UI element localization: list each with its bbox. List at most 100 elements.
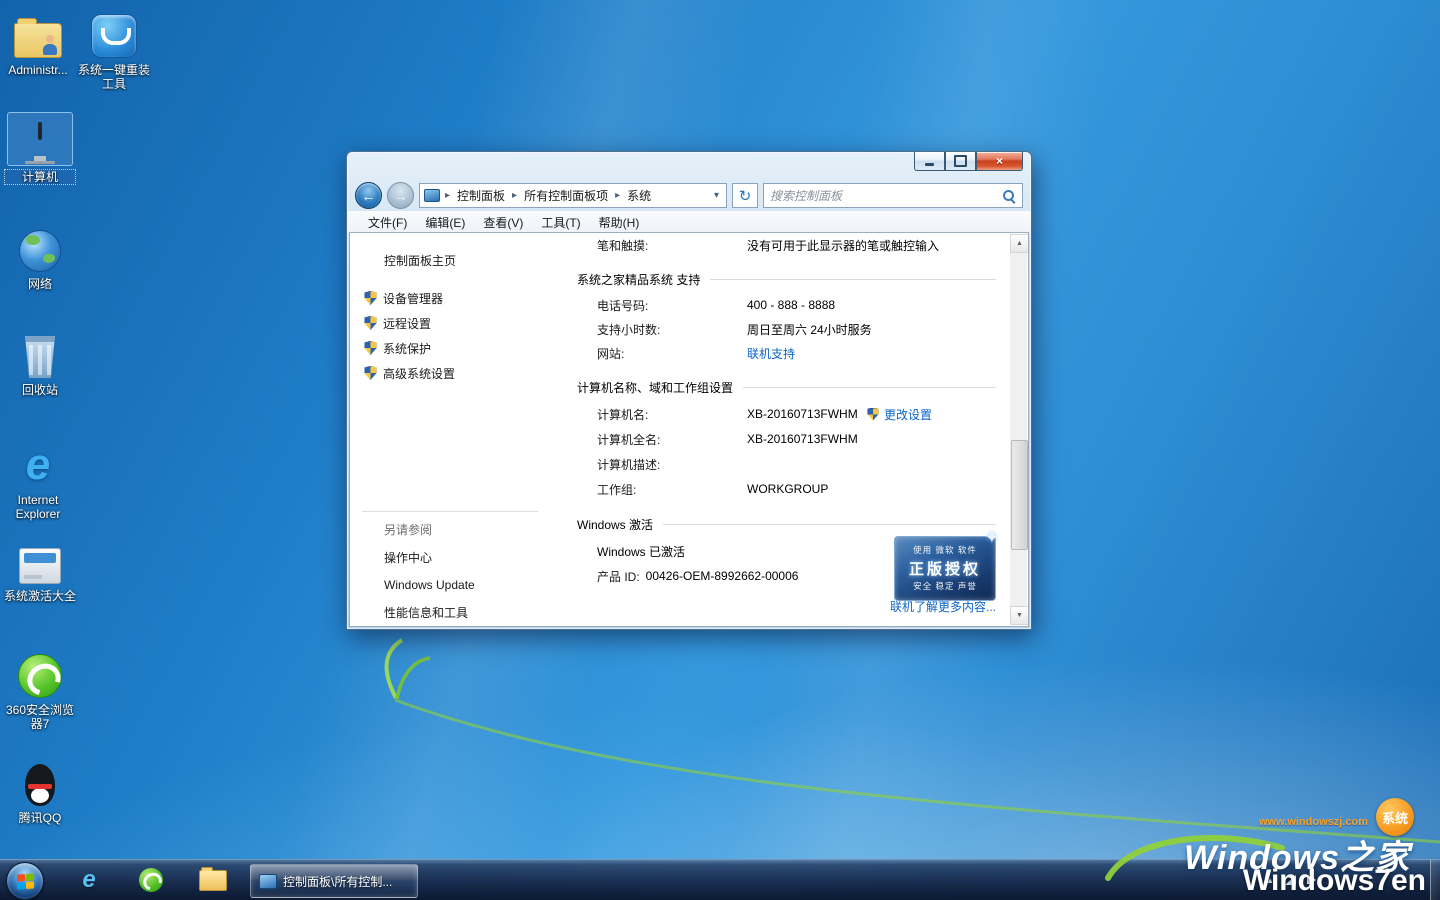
- folder-icon: [14, 23, 62, 58]
- sidebar-item-system-protection[interactable]: 系统保护: [364, 338, 431, 358]
- desktop-icon-qq[interactable]: 腾讯QQ: [2, 754, 78, 825]
- computer-name-row: 计算机名: XB-20160713FWHM 更改设置: [597, 404, 996, 424]
- desktop-icon-activation-suite[interactable]: 系统激活大全: [2, 532, 78, 603]
- title-bar[interactable]: ×: [347, 152, 1031, 181]
- minimize-button[interactable]: [914, 152, 945, 171]
- sidebar-item-remote-settings[interactable]: 远程设置: [364, 313, 431, 333]
- computer-name-value: XB-20160713FWHM: [747, 407, 858, 421]
- uac-shield-icon: [364, 341, 377, 355]
- person-icon: [42, 35, 58, 55]
- close-button[interactable]: ×: [976, 152, 1023, 171]
- tray-expand-icon[interactable]: ▲: [1266, 876, 1274, 885]
- support-section-header: 系统之家精品系统 支持: [577, 269, 996, 289]
- address-bar[interactable]: ▸ 控制面板 ▸ 所有控制面板项 ▸ 系统 ▾: [419, 183, 727, 208]
- section-header-text: Windows 激活: [577, 516, 653, 533]
- desktop-icon-recycle-bin[interactable]: 回收站: [2, 326, 78, 397]
- sidebar-item-device-manager[interactable]: 设备管理器: [364, 288, 443, 308]
- desktop-icon-label: 360安全浏览器7: [4, 703, 76, 731]
- phone-row: 电话号码: 400 - 888 - 8888: [597, 295, 996, 315]
- ie-logo-icon: e: [26, 442, 50, 488]
- volume-icon[interactable]: [1307, 877, 1312, 884]
- taskbar-explorer-button[interactable]: [194, 862, 232, 898]
- start-button[interactable]: [6, 862, 44, 900]
- software-box-icon: [19, 548, 61, 584]
- vertical-scrollbar[interactable]: ▲ ▼: [1010, 234, 1027, 625]
- sidebar-item-label: 高级系统设置: [383, 365, 455, 382]
- desktop-icon-network[interactable]: 网络: [2, 220, 78, 291]
- taskbar-ie-button[interactable]: e: [70, 862, 108, 898]
- menu-file[interactable]: 文件(F): [359, 214, 416, 231]
- menu-tools[interactable]: 工具(T): [532, 214, 589, 231]
- website-label: 网站:: [597, 345, 747, 362]
- maximize-button[interactable]: [945, 152, 976, 171]
- 360-browser-icon: [139, 868, 163, 892]
- sidebar-item-windows-update[interactable]: Windows Update: [384, 578, 538, 592]
- phone-label: 电话号码:: [597, 297, 747, 314]
- desktop-icon-360-browser[interactable]: 360安全浏览器7: [2, 646, 78, 731]
- scroll-up-button[interactable]: ▲: [1010, 234, 1029, 253]
- pen-touch-value: 没有可用于此显示器的笔或触控输入: [747, 237, 939, 254]
- breadcrumb-system[interactable]: 系统: [623, 185, 655, 206]
- desktop-icon-label: Internet Explorer: [2, 493, 74, 521]
- menu-bar: 文件(F) 编辑(E) 查看(V) 工具(T) 帮助(H): [347, 210, 1031, 233]
- see-also-header: 另请参阅: [384, 521, 538, 538]
- desktop-icon-reinstall-tool[interactable]: 系统一键重装工具: [76, 6, 152, 91]
- change-settings-link[interactable]: 更改设置: [867, 404, 932, 424]
- section-divider: [710, 279, 996, 280]
- menu-edit[interactable]: 编辑(E): [416, 214, 474, 231]
- desktop-icon-administrator[interactable]: Administr...: [0, 6, 76, 77]
- breadcrumb-control-panel[interactable]: 控制面板: [453, 185, 509, 206]
- sidebar-item-advanced-settings[interactable]: 高级系统设置: [364, 363, 455, 383]
- badge-bottom-text: 安全 稳定 声誉: [895, 580, 995, 592]
- forward-arrow-icon: →: [394, 189, 408, 203]
- taskbar-360-browser-button[interactable]: [132, 862, 170, 898]
- recycle-bin-icon: [23, 336, 57, 378]
- full-name-value: XB-20160713FWHM: [747, 432, 858, 446]
- genuine-windows-badge[interactable]: ✦ 使用 微软 软件 正版授权 安全 稳定 声誉: [894, 536, 996, 601]
- control-panel-icon: [259, 874, 277, 889]
- learn-more-link[interactable]: 联机了解更多内容...: [890, 598, 996, 615]
- product-id-value: 00426-OEM-8992662-00006: [646, 569, 799, 583]
- section-divider: [663, 524, 996, 525]
- section-divider: [743, 387, 996, 388]
- badge-top-text: 使用 微软 软件: [895, 544, 995, 556]
- uac-shield-icon: [867, 408, 879, 421]
- taskbar-active-task-control-panel[interactable]: 控制面板\所有控制...: [250, 864, 418, 898]
- badge-title-text: 正版授权: [895, 558, 995, 579]
- menu-view[interactable]: 查看(V): [474, 214, 532, 231]
- scrollbar-thumb[interactable]: [1011, 440, 1028, 550]
- sidebar-item-performance-tools[interactable]: 性能信息和工具: [384, 604, 538, 621]
- description-label: 计算机描述:: [597, 456, 747, 473]
- sidebar-item-action-center[interactable]: 操作中心: [384, 549, 538, 566]
- forward-button[interactable]: →: [387, 182, 414, 209]
- description-row: 计算机描述:: [597, 454, 996, 474]
- sidebar-home-link[interactable]: 控制面板主页: [384, 252, 456, 269]
- desktop-icon-computer[interactable]: 计算机: [2, 112, 78, 185]
- pen-touch-label: 笔和触摸:: [597, 237, 747, 254]
- desktop-icon-internet-explorer[interactable]: e Internet Explorer: [0, 436, 76, 521]
- back-arrow-icon: ←: [362, 189, 376, 203]
- chevron-right-icon: ▸: [614, 190, 621, 201]
- sidebar: 控制面板主页 设备管理器 远程设置 系统保护 高级系统设置 另请参阅 操作中心 …: [350, 233, 550, 626]
- search-input[interactable]: 搜索控制面板: [763, 183, 1023, 208]
- network-icon[interactable]: [1285, 875, 1296, 885]
- search-icon[interactable]: [1002, 189, 1016, 203]
- close-icon: ×: [996, 154, 1003, 168]
- scroll-up-icon: ▲: [1016, 240, 1023, 247]
- scroll-down-button[interactable]: ▼: [1010, 606, 1029, 625]
- navigation-bar: ← → ▸ 控制面板 ▸ 所有控制面板项 ▸ 系统 ▾ ↻ 搜索控制面板: [347, 181, 1031, 210]
- pen-touch-row: 笔和触摸: 没有可用于此显示器的笔或触控输入: [597, 235, 996, 255]
- support-hours-row: 支持小时数: 周日至周六 24小时服务: [597, 319, 996, 339]
- refresh-button[interactable]: ↻: [732, 183, 758, 208]
- address-history-dropdown-icon[interactable]: ▾: [711, 190, 722, 201]
- desktop-icon-label: Administr...: [2, 63, 74, 77]
- scroll-down-icon: ▼: [1016, 612, 1023, 619]
- taskbar: e 控制面板\所有控制... ▲: [0, 859, 1440, 900]
- uac-shield-icon: [364, 316, 377, 330]
- back-button[interactable]: ←: [355, 182, 382, 209]
- breadcrumb-all-items[interactable]: 所有控制面板项: [520, 185, 612, 206]
- menu-help[interactable]: 帮助(H): [590, 214, 649, 231]
- system-info-content: 笔和触摸: 没有可用于此显示器的笔或触控输入 系统之家精品系统 支持 电话号码:…: [550, 233, 1010, 626]
- show-desktop-button[interactable]: [1430, 860, 1440, 900]
- online-support-link[interactable]: 联机支持: [747, 345, 795, 362]
